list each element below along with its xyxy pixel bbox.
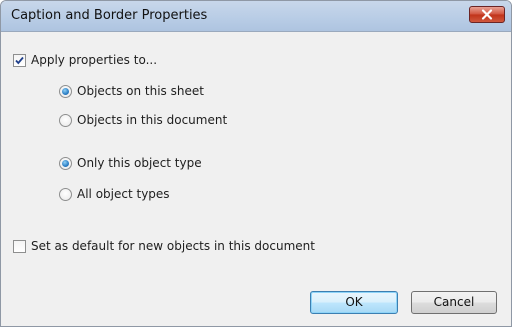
radio-label: Only this object type bbox=[77, 156, 202, 170]
ok-button[interactable]: OK bbox=[310, 291, 398, 314]
radio-button-selected[interactable] bbox=[59, 156, 72, 170]
radio-button[interactable] bbox=[59, 113, 72, 127]
dialog-title: Caption and Border Properties bbox=[11, 8, 208, 23]
apply-properties-label: Apply properties to... bbox=[31, 53, 158, 67]
radio-objects-in-document[interactable]: Objects in this document bbox=[59, 112, 227, 128]
close-button[interactable] bbox=[469, 6, 505, 23]
dialog-body: Apply properties to... Objects on this s… bbox=[1, 32, 511, 326]
radio-label: Objects on this sheet bbox=[77, 84, 204, 98]
radio-dot-icon bbox=[62, 159, 69, 167]
dialog-window: Caption and Border Properties Apply prop… bbox=[0, 0, 512, 327]
set-default-checkbox[interactable] bbox=[13, 239, 26, 253]
radio-objects-on-sheet[interactable]: Objects on this sheet bbox=[59, 83, 204, 99]
apply-properties-checkbox-row[interactable]: Apply properties to... bbox=[13, 52, 157, 68]
close-icon bbox=[481, 9, 493, 20]
radio-label: All object types bbox=[77, 187, 170, 201]
radio-only-this-object-type[interactable]: Only this object type bbox=[59, 155, 202, 171]
radio-dot-icon bbox=[62, 87, 69, 95]
set-default-label: Set as default for new objects in this d… bbox=[31, 239, 315, 253]
title-bar[interactable]: Caption and Border Properties bbox=[1, 1, 511, 32]
radio-label: Objects in this document bbox=[77, 113, 228, 127]
radio-all-object-types[interactable]: All object types bbox=[59, 186, 170, 202]
checkmark-icon bbox=[15, 56, 24, 64]
set-default-checkbox-row[interactable]: Set as default for new objects in this d… bbox=[13, 238, 315, 254]
radio-button[interactable] bbox=[59, 187, 72, 201]
apply-properties-checkbox[interactable] bbox=[13, 53, 26, 67]
radio-button-selected[interactable] bbox=[59, 84, 72, 98]
cancel-button[interactable]: Cancel bbox=[411, 291, 497, 314]
